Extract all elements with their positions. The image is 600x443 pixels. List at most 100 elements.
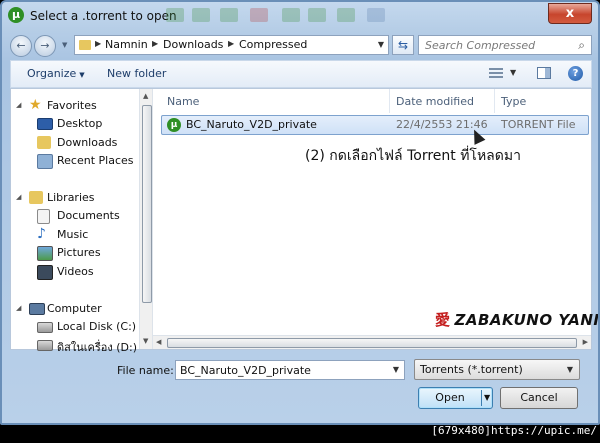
file-list-horizontal-scrollbar[interactable]: ◀ ▶ [153,335,591,349]
navigation-pane: ◢ ★ Favorites Desktop Downloads Recent P… [11,89,139,354]
background-toolbar-icon [220,8,238,22]
pictures-icon [37,246,53,261]
file-type-select[interactable]: Torrents (*.torrent) ▼ [414,359,580,380]
new-folder-button[interactable]: New folder [107,67,166,80]
search-input[interactable] [425,38,565,52]
collapse-icon[interactable]: ◢ [16,304,21,312]
collapse-icon[interactable]: ◢ [16,193,21,201]
sidebar-item-documents[interactable]: Documents [11,207,139,225]
scrollbar-thumb[interactable] [167,338,577,348]
open-button[interactable]: Open ▼ [418,387,493,409]
navigation-pane-scrollbar[interactable]: ▲ ▼ [139,89,153,349]
navigation-bar: ← → ▼ ▶ Namnin ▶ Downloads ▶ Compressed … [10,35,592,57]
browser-area: ◢ ★ Favorites Desktop Downloads Recent P… [10,88,598,354]
scrollbar-thumb[interactable] [142,105,152,303]
scroll-down-icon[interactable]: ▼ [143,337,148,345]
background-toolbar-icon [308,8,326,22]
scroll-up-icon[interactable]: ▲ [143,92,148,100]
music-icon: ♪ [37,226,46,242]
search-box[interactable]: ⌕ [418,35,592,55]
sidebar-item-label: Local Disk (C:) [57,320,137,333]
chevron-down-icon[interactable]: ▼ [393,365,399,374]
torrent-file-icon: μ [167,118,181,132]
drive-icon [37,322,53,333]
sidebar-item-label: Recent Places [57,154,134,167]
scroll-right-icon[interactable]: ▶ [583,338,588,346]
back-button[interactable]: ← [10,35,32,57]
breadcrumb-segment[interactable]: Downloads [163,38,223,51]
collapse-icon[interactable]: ◢ [16,101,21,109]
instruction-annotation: (2) กดเลือกไฟล์ Torrent ที่โหลดมา [305,148,521,164]
image-host-caption: [679x480]https://upic.me/ [431,424,597,437]
chevron-right-icon[interactable]: ▶ [95,39,101,48]
sidebar-item-label: Videos [57,265,94,278]
sidebar-item-downloads[interactable]: Downloads [11,134,139,152]
sidebar-group-favorites[interactable]: ◢ ★ Favorites [11,97,139,115]
background-toolbar-icon [337,8,355,22]
chevron-right-icon[interactable]: ▶ [152,39,158,48]
breadcrumb-segment[interactable]: Namnin [105,38,148,51]
address-bar[interactable]: ▶ Namnin ▶ Downloads ▶ Compressed ▼ [74,35,389,55]
chevron-down-icon: ▼ [566,365,573,374]
file-type: TORRENT File [501,118,576,131]
search-icon[interactable]: ⌕ [578,38,585,53]
sidebar-item-videos[interactable]: Videos [11,263,139,281]
sidebar-item-label: Documents [57,209,120,222]
help-icon[interactable]: ? [568,66,583,81]
cancel-button[interactable]: Cancel [500,387,578,409]
column-header-name[interactable]: Name [153,89,389,113]
sidebar-group-label: Favorites [47,99,97,112]
change-view-icon[interactable] [489,68,503,79]
watermark: 愛 ZABAKUNO YANIN [435,309,600,330]
scroll-left-icon[interactable]: ◀ [156,338,161,346]
file-name-field[interactable]: ▼ [175,360,405,380]
file-name-label: File name: [117,364,174,377]
file-type-value: Torrents (*.torrent) [420,363,523,376]
chevron-right-icon[interactable]: ▶ [228,39,234,48]
background-toolbar-icon [166,8,184,22]
split-divider [481,390,482,406]
sidebar-group-computer[interactable]: ◢ Computer [11,300,139,318]
computer-icon [29,303,45,315]
chevron-down-icon: ▼ [79,71,85,79]
watermark-text: ZABAKUNO YANIN [454,311,600,329]
file-list: Name Date modified Type μ BC_Naruto_V2D_… [153,89,598,335]
file-name-input[interactable] [180,363,385,377]
sidebar-item-music[interactable]: ♪ Music [11,226,139,244]
sidebar-item-desktop[interactable]: Desktop [11,115,139,133]
column-header-label: Type [501,95,527,108]
column-header-date-modified[interactable]: Date modified [390,89,494,113]
background-toolbar-icon [192,8,210,22]
organize-label: Organize [27,67,77,80]
preview-pane-icon[interactable] [537,67,551,79]
organize-button[interactable]: Organize ▼ [27,67,85,80]
refresh-button[interactable]: ⇆ [392,35,414,55]
breadcrumb-segment[interactable]: Compressed [239,38,307,51]
sidebar-item-label: Pictures [57,246,101,259]
title-bar: μ Select a .torrent to open x [2,2,598,32]
forward-button[interactable]: → [34,35,56,57]
open-options-icon[interactable]: ▼ [484,393,490,402]
column-header-type[interactable]: Type [495,89,591,113]
background-toolbar-icon [250,8,268,22]
sidebar-item-pictures[interactable]: Pictures [11,244,139,262]
recent-pages-dropdown-icon[interactable]: ▼ [62,41,67,49]
chevron-down-icon[interactable]: ▼ [378,40,384,49]
command-bar: Organize ▼ New folder ▼ ? [10,60,592,88]
column-header-label: Name [167,95,200,108]
close-button[interactable]: x [548,3,592,24]
file-row-selected[interactable]: μ BC_Naruto_V2D_private 22/4/2553 21:46 … [161,115,589,135]
sidebar-group-label: Computer [47,302,102,315]
sidebar-item-recent-places[interactable]: Recent Places [11,152,139,170]
sidebar-item-label: Downloads [57,136,118,149]
window-title: Select a .torrent to open [30,9,177,23]
drive-icon [37,340,53,351]
sidebar-group-libraries[interactable]: ◢ Libraries [11,189,139,207]
sidebar-item-local-disk-c[interactable]: Local Disk (C:) [11,318,139,336]
libraries-icon [29,191,43,204]
watermark-kanji: 愛 [435,311,451,329]
videos-icon [37,265,53,280]
chevron-down-icon[interactable]: ▼ [510,68,516,77]
sidebar-item-label: Desktop [57,117,103,130]
documents-icon [37,209,50,224]
